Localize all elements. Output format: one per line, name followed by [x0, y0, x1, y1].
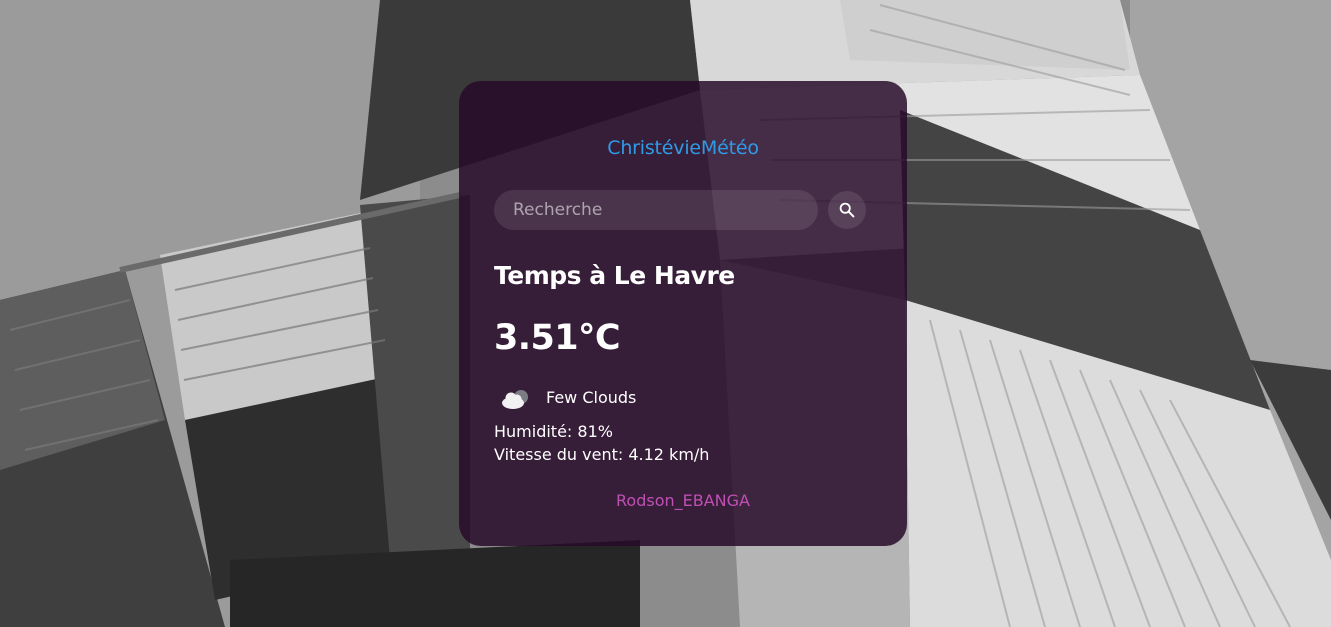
brand-title: ChristévieMétéo: [607, 137, 759, 159]
weather-condition: Few Clouds: [494, 383, 794, 415]
temperature-value: 3.51°C: [494, 318, 621, 358]
city-title: Temps à Le Havre: [494, 261, 735, 290]
search-icon: [839, 202, 855, 218]
author-credit: Rodson_EBANGA: [616, 491, 750, 510]
search-input[interactable]: [494, 190, 818, 230]
condition-label: Few Clouds: [546, 388, 637, 407]
few-clouds-icon: [502, 390, 528, 409]
weather-card: ChristévieMétéo Temps à Le Havre 3.51°C …: [459, 81, 907, 546]
humidity-value: Humidité: 81%: [494, 422, 613, 441]
search-button[interactable]: [828, 191, 866, 229]
search-bar: [494, 190, 866, 230]
wind-speed-value: Vitesse du vent: 4.12 km/h: [494, 445, 710, 464]
